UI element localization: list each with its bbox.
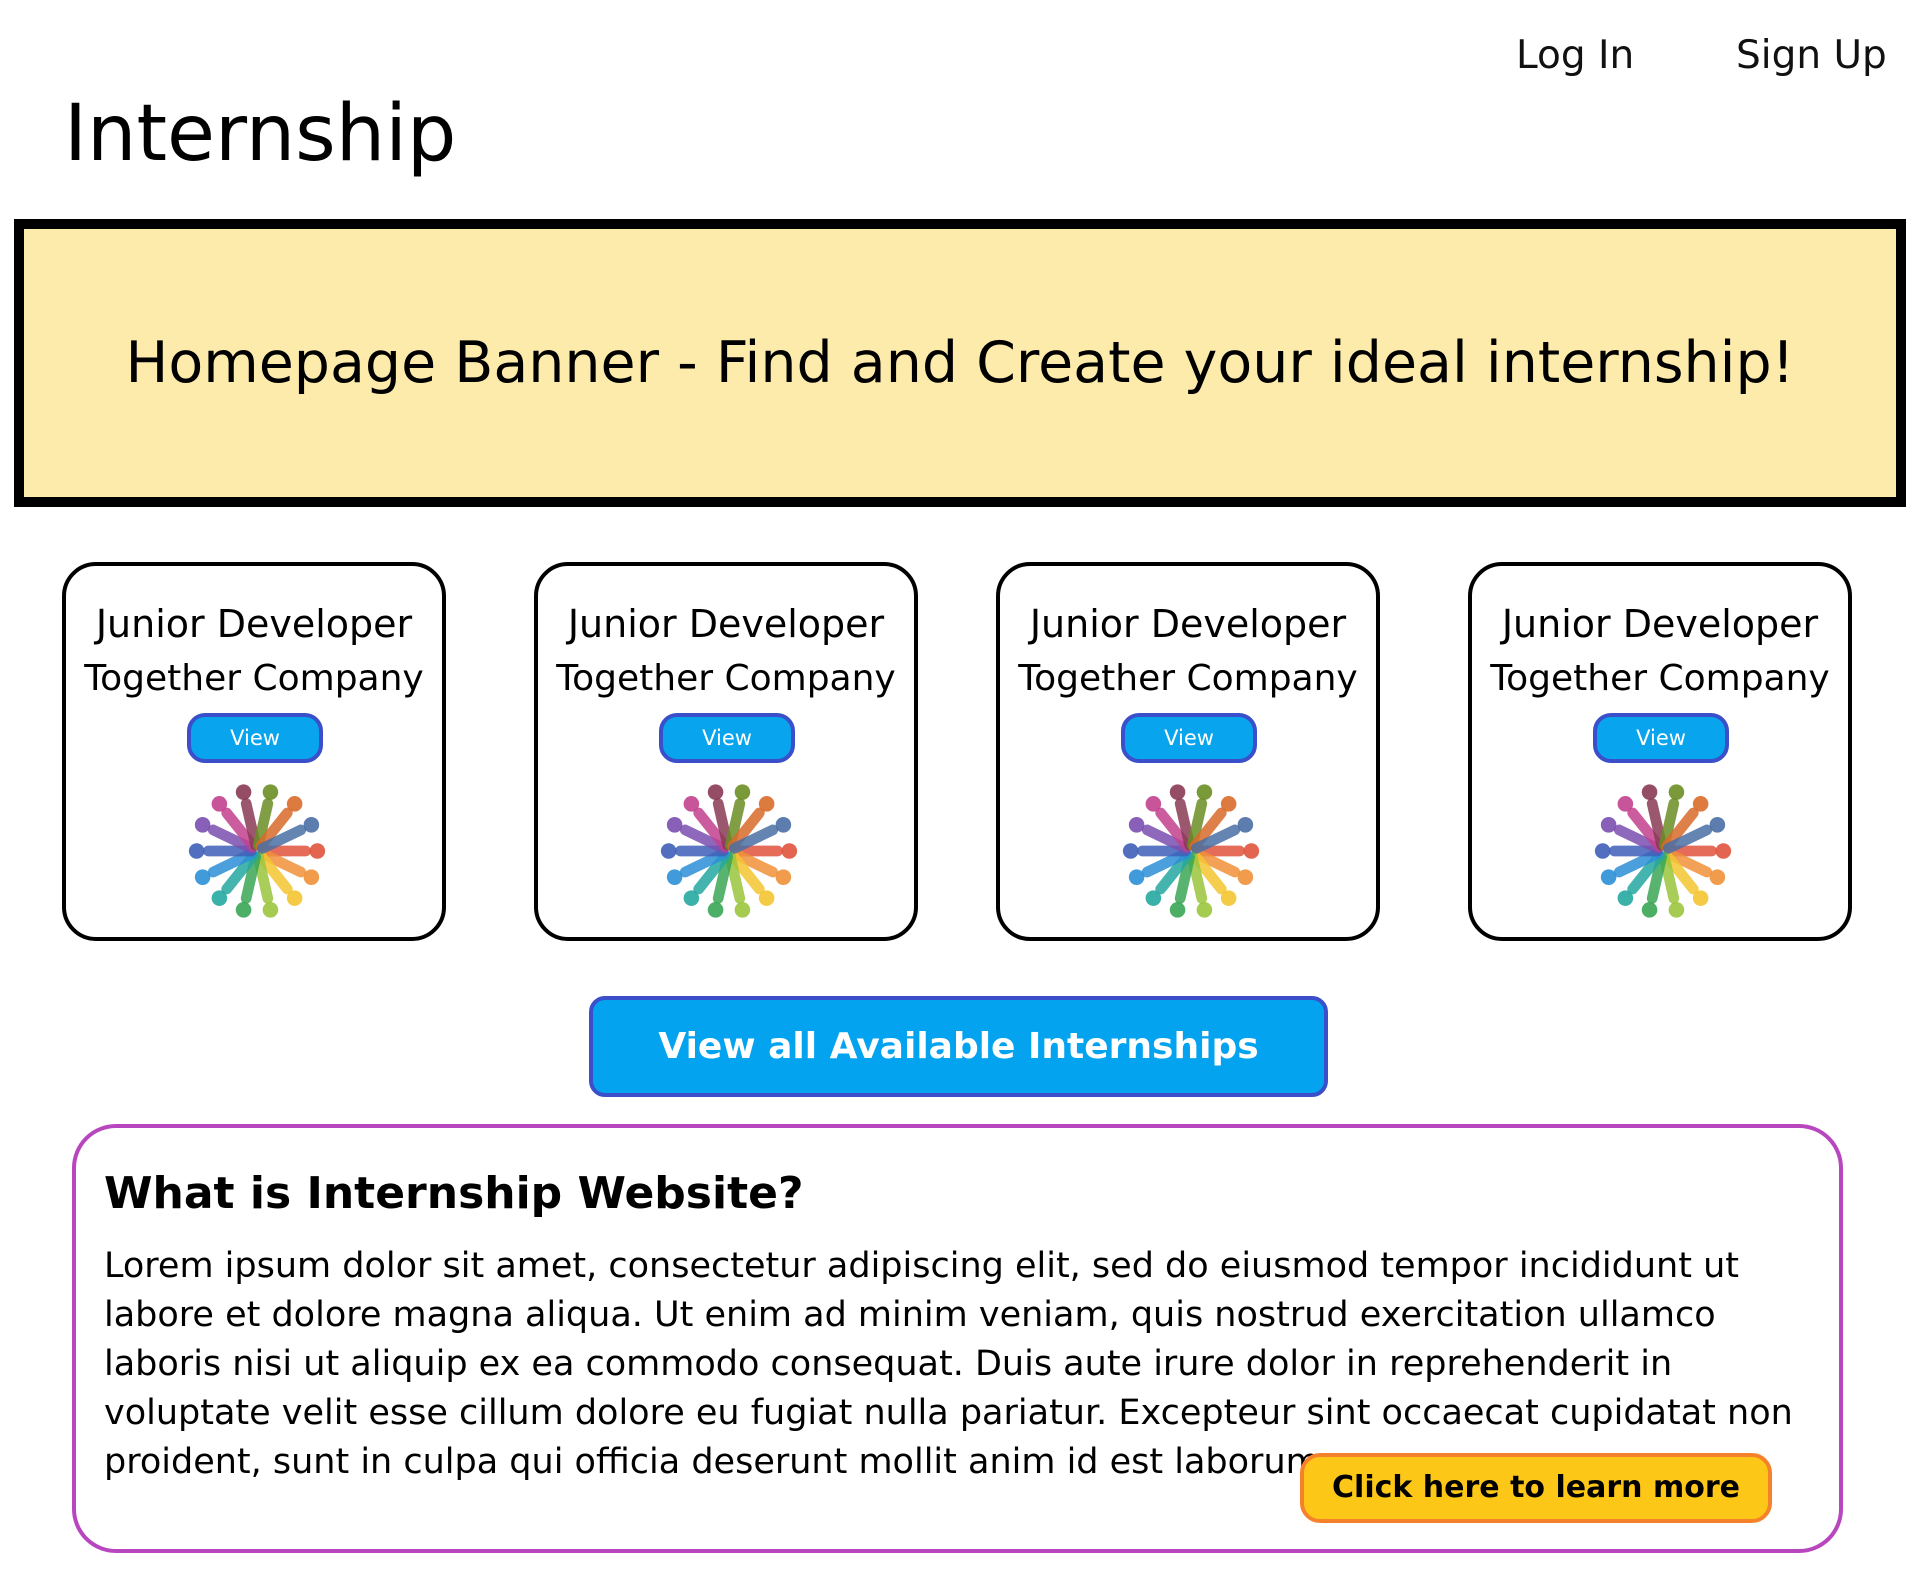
view-internship-button[interactable]: View: [187, 713, 323, 763]
view-internship-button[interactable]: View: [659, 713, 795, 763]
about-section: What is Internship Website? Lorem ipsum …: [72, 1124, 1843, 1553]
internship-company: Together Company: [556, 658, 896, 699]
about-body: Lorem ipsum dolor sit amet, consectetur …: [104, 1246, 1793, 1482]
diverse-people-circle-icon: [1122, 784, 1260, 918]
diverse-people-circle-icon: [1594, 784, 1732, 918]
internship-card: Junior Developer Together Company View: [534, 562, 918, 941]
internship-company: Together Company: [84, 658, 424, 699]
view-internship-button[interactable]: View: [1593, 713, 1729, 763]
view-internship-button[interactable]: View: [1121, 713, 1257, 763]
internship-card: Junior Developer Together Company View: [62, 562, 446, 941]
internship-title: Junior Developer: [95, 602, 413, 646]
internship-title: Junior Developer: [1501, 602, 1819, 646]
site-title: Internship: [64, 89, 457, 179]
diverse-people-circle-icon: [660, 784, 798, 918]
internship-card: Junior Developer Together Company View: [996, 562, 1380, 941]
internship-title: Junior Developer: [567, 602, 885, 646]
internship-company: Together Company: [1018, 658, 1358, 699]
internship-card: Junior Developer Together Company View: [1468, 562, 1852, 941]
signup-link[interactable]: Sign Up: [1736, 30, 1887, 82]
diverse-people-circle-icon: [188, 784, 326, 918]
banner-text: Homepage Banner - Find and Create your i…: [125, 330, 1795, 396]
login-link[interactable]: Log In: [1516, 30, 1634, 82]
about-heading: What is Internship Website?: [104, 1168, 804, 1219]
learn-more-button[interactable]: Click here to learn more: [1300, 1453, 1772, 1523]
homepage-banner: Homepage Banner - Find and Create your i…: [14, 219, 1906, 507]
internship-title: Junior Developer: [1029, 602, 1347, 646]
view-all-internships-button[interactable]: View all Available Internships: [589, 996, 1328, 1097]
internship-company: Together Company: [1490, 658, 1830, 699]
